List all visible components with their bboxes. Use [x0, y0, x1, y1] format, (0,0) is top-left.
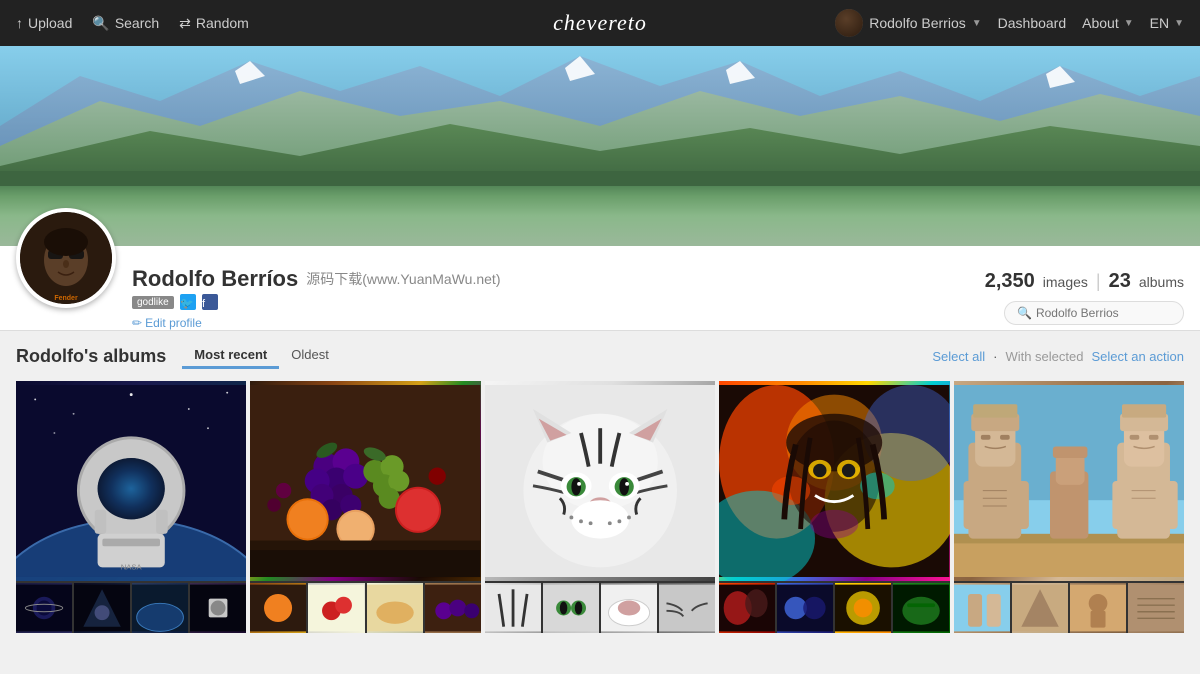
album-thumb-1-2: [74, 583, 130, 633]
search-icon: 🔍: [92, 15, 109, 32]
albums-title: Rodolfo's albums: [16, 346, 166, 367]
album-thumb-4-4: [893, 583, 949, 633]
profile-stats: 2,350 images | 23 albums 🔍: [985, 258, 1184, 325]
search-small-icon: 🔍: [1017, 306, 1032, 320]
images-label: images: [1043, 274, 1088, 290]
profile-username: Rodolfo Berríos: [132, 266, 298, 292]
nav-left: ↑ Upload 🔍 Search ⇄ Random: [16, 15, 249, 32]
edit-pencil-icon: ✏: [132, 316, 142, 330]
stat-divider: |: [1096, 271, 1101, 292]
album-thumb-5-1: [954, 583, 1010, 633]
search-button[interactable]: 🔍 Search: [92, 15, 159, 32]
image-count: 2,350: [985, 270, 1035, 293]
svg-text:🐦: 🐦: [180, 298, 194, 310]
album-card-4[interactable]: [719, 381, 949, 633]
profile-search-input[interactable]: [1036, 306, 1171, 320]
lang-dropdown-arrow: ▼: [1174, 18, 1184, 29]
avatar-image: Fender: [20, 212, 112, 304]
profile-section: Fender Rodolfo Berríos 源码下载(www.YuanMaWu…: [0, 246, 1200, 331]
album-grid: NASA: [16, 381, 1184, 633]
profile-subtitle: godlike 🐦 f: [132, 294, 985, 310]
mountains-svg: [0, 46, 1200, 186]
upload-icon: ↑: [16, 15, 23, 31]
brand-logo-area: chevereto: [553, 10, 647, 36]
album-thumbs-4: [719, 583, 949, 633]
album-thumb-1-4: [190, 583, 246, 633]
album-main-image-1: NASA: [16, 381, 246, 581]
user-menu[interactable]: Rodolfo Berrios ▼: [835, 9, 981, 37]
album-main-image-5: [954, 381, 1184, 581]
album-main-image-3: [485, 381, 715, 581]
upload-button[interactable]: ↑ Upload: [16, 15, 72, 31]
tab-most-recent[interactable]: Most recent: [182, 343, 279, 369]
album-thumb-5-3: [1070, 583, 1126, 633]
profile-tagline: 源码下载(www.YuanMaWu.net): [306, 269, 500, 289]
facebook-icon[interactable]: f: [202, 294, 218, 310]
album-card-2[interactable]: [250, 381, 480, 633]
about-dropdown-arrow: ▼: [1124, 18, 1134, 29]
album-thumb-4-3: [835, 583, 891, 633]
album-thumb-5-2: [1012, 583, 1068, 633]
dot-separator: ·: [993, 349, 997, 364]
random-button[interactable]: ⇄ Random: [179, 15, 249, 32]
brand-logo[interactable]: chevereto: [553, 10, 647, 35]
select-action-dropdown[interactable]: Select an action: [1091, 349, 1184, 364]
nav-username: Rodolfo Berrios: [869, 15, 966, 31]
album-card-1[interactable]: NASA: [16, 381, 246, 633]
album-main-image-4: [719, 381, 949, 581]
albums-header: Rodolfo's albums Most recent Oldest Sele…: [16, 343, 1184, 369]
profile-name-row: Rodolfo Berríos 源码下载(www.YuanMaWu.net): [132, 266, 985, 292]
tab-oldest[interactable]: Oldest: [279, 343, 341, 369]
album-card-3[interactable]: [485, 381, 715, 633]
user-dropdown-arrow: ▼: [972, 18, 982, 29]
profile-search-bar[interactable]: 🔍: [1004, 301, 1184, 325]
album-thumb-2-2: [308, 583, 364, 633]
albums-section: Rodolfo's albums Most recent Oldest Sele…: [0, 331, 1200, 645]
album-card-5[interactable]: [954, 381, 1184, 633]
navbar: ↑ Upload 🔍 Search ⇄ Random chevereto Rod…: [0, 0, 1200, 46]
album-thumbs-1: [16, 583, 246, 633]
svg-text:f: f: [202, 298, 206, 310]
album-thumb-1-1: [16, 583, 72, 633]
album-thumb-3-3: [601, 583, 657, 633]
svg-text:NASA: NASA: [121, 562, 143, 571]
dashboard-button[interactable]: Dashboard: [998, 15, 1067, 31]
album-thumbs-5: [954, 583, 1184, 633]
album-thumb-2-4: [425, 583, 481, 633]
album-thumb-3-2: [543, 583, 599, 633]
godlike-badge: godlike: [132, 296, 174, 309]
cover-image: [0, 46, 1200, 246]
twitter-icon[interactable]: 🐦: [180, 294, 196, 310]
album-thumbs-3: [485, 583, 715, 633]
edit-profile-button[interactable]: ✏ Edit profile: [132, 316, 985, 330]
random-icon: ⇄: [179, 15, 191, 32]
album-count: 23: [1109, 270, 1131, 293]
language-button[interactable]: EN ▼: [1150, 15, 1184, 31]
albums-actions: Select all · With selected Select an act…: [932, 349, 1184, 364]
album-thumb-3-1: [485, 583, 541, 633]
stats-counts: 2,350 images | 23 albums: [985, 270, 1184, 293]
album-thumb-2-3: [367, 583, 423, 633]
nav-right: Rodolfo Berrios ▼ Dashboard About ▼ EN ▼: [835, 9, 1184, 37]
album-thumb-2-1: [250, 583, 306, 633]
album-thumb-4-1: [719, 583, 775, 633]
about-button[interactable]: About ▼: [1082, 15, 1134, 31]
album-thumb-1-3: [132, 583, 188, 633]
profile-avatar: Fender: [16, 208, 116, 308]
select-all-button[interactable]: Select all: [932, 349, 985, 364]
album-main-image-2: [250, 381, 480, 581]
nav-avatar: [835, 9, 863, 37]
album-thumb-4-2: [777, 583, 833, 633]
album-thumbs-2: [250, 583, 480, 633]
profile-info: Rodolfo Berríos 源码下载(www.YuanMaWu.net) g…: [132, 258, 985, 330]
with-selected-label: With selected: [1005, 349, 1083, 364]
svg-text:Fender: Fender: [54, 295, 78, 302]
album-thumb-5-4: [1128, 583, 1184, 633]
albums-label: albums: [1139, 274, 1184, 290]
album-thumb-3-4: [659, 583, 715, 633]
albums-tab-bar: Most recent Oldest: [182, 343, 341, 369]
